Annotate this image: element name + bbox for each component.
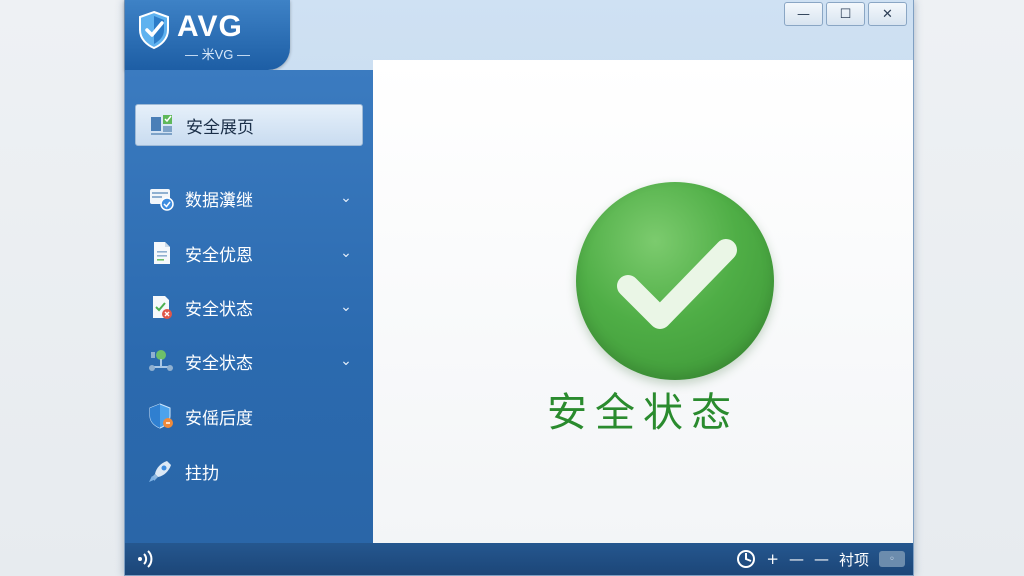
network-icon [149, 350, 173, 371]
sidebar-item-label: 安全状态 [185, 299, 253, 320]
sidebar-item-label: 数据瀵继 [185, 190, 253, 211]
app-window: AVG — 米VG — — ☐ ✕ 安全展页 数据瀵继 ⌄ 安全优恩 ⌄ 安全状… [124, 0, 914, 576]
rocket-icon [149, 461, 171, 482]
app-subtitle: — 米VG — [185, 47, 251, 62]
sidebar-item-data[interactable]: 数据瀵继 ⌄ [135, 177, 363, 219]
wifi-icon[interactable] [135, 549, 155, 569]
avg-shield-icon [139, 10, 169, 50]
sidebar-item-label: 拄扐 [185, 463, 219, 484]
clock-icon[interactable] [736, 549, 756, 569]
sidebar-item-label: 安全状态 [185, 353, 253, 374]
minimize-button[interactable]: — [784, 2, 823, 26]
toggle-button[interactable]: ◦ [879, 551, 905, 567]
sidebar-item-boost[interactable]: 拄扐 [135, 450, 363, 492]
chevron-down-icon[interactable]: ⌄ [335, 299, 357, 315]
status-bar-tools: + — — 衬项 ◦ [736, 547, 905, 571]
minimize-icon: — [797, 6, 810, 22]
status-bar: + — — 衬项 ◦ [125, 543, 913, 575]
shield-icon [149, 403, 173, 429]
sidebar-item-status[interactable]: 安全状态 ⌄ [135, 286, 363, 328]
sidebar-item-optimize[interactable]: 安全优恩 ⌄ [135, 232, 363, 274]
chevron-down-icon[interactable]: ⌄ [335, 245, 357, 261]
status-indicator [576, 182, 774, 380]
sidebar-item-label: 安傜后度 [185, 408, 253, 429]
status-text: 安全状态 [547, 390, 739, 436]
checkmark-icon [617, 239, 737, 329]
dashboard-icon [151, 115, 172, 135]
maximize-button[interactable]: ☐ [826, 2, 865, 26]
main-content: 安全状态 [373, 60, 913, 544]
document-icon [154, 242, 170, 264]
close-button[interactable]: ✕ [868, 2, 907, 26]
chevron-down-icon[interactable]: ⌄ [335, 190, 357, 206]
close-icon: ✕ [882, 6, 893, 22]
chevron-down-icon[interactable]: ⌄ [335, 353, 357, 369]
sidebar-item-home[interactable]: 安全展页 [135, 104, 363, 146]
checklist-icon [153, 296, 172, 319]
maximize-icon: ☐ [839, 6, 852, 22]
sidebar: 安全展页 数据瀵继 ⌄ 安全优恩 ⌄ 安全状态 ⌄ 安全状态 ⌄ 安傜后度 拄扐 [125, 70, 373, 544]
title-bar: AVG — 米VG — — ☐ ✕ [125, 0, 913, 70]
app-logo: AVG — 米VG — [125, 0, 290, 70]
sidebar-item-label: 安全优恩 [185, 245, 253, 266]
sidebar-item-shield[interactable]: 安傜后度 [135, 395, 363, 437]
settings-label[interactable]: 衬项 [839, 549, 869, 570]
plus-icon[interactable]: + [766, 550, 779, 568]
window-controls: — ☐ ✕ [784, 2, 907, 26]
sidebar-item-label: 安全展页 [186, 117, 254, 138]
data-icon [150, 189, 174, 211]
dash-icon[interactable]: — [814, 550, 829, 568]
dash-icon[interactable]: — [789, 550, 804, 568]
sidebar-item-network[interactable]: 安全状态 ⌄ [135, 340, 363, 382]
app-name: AVG [177, 10, 243, 43]
